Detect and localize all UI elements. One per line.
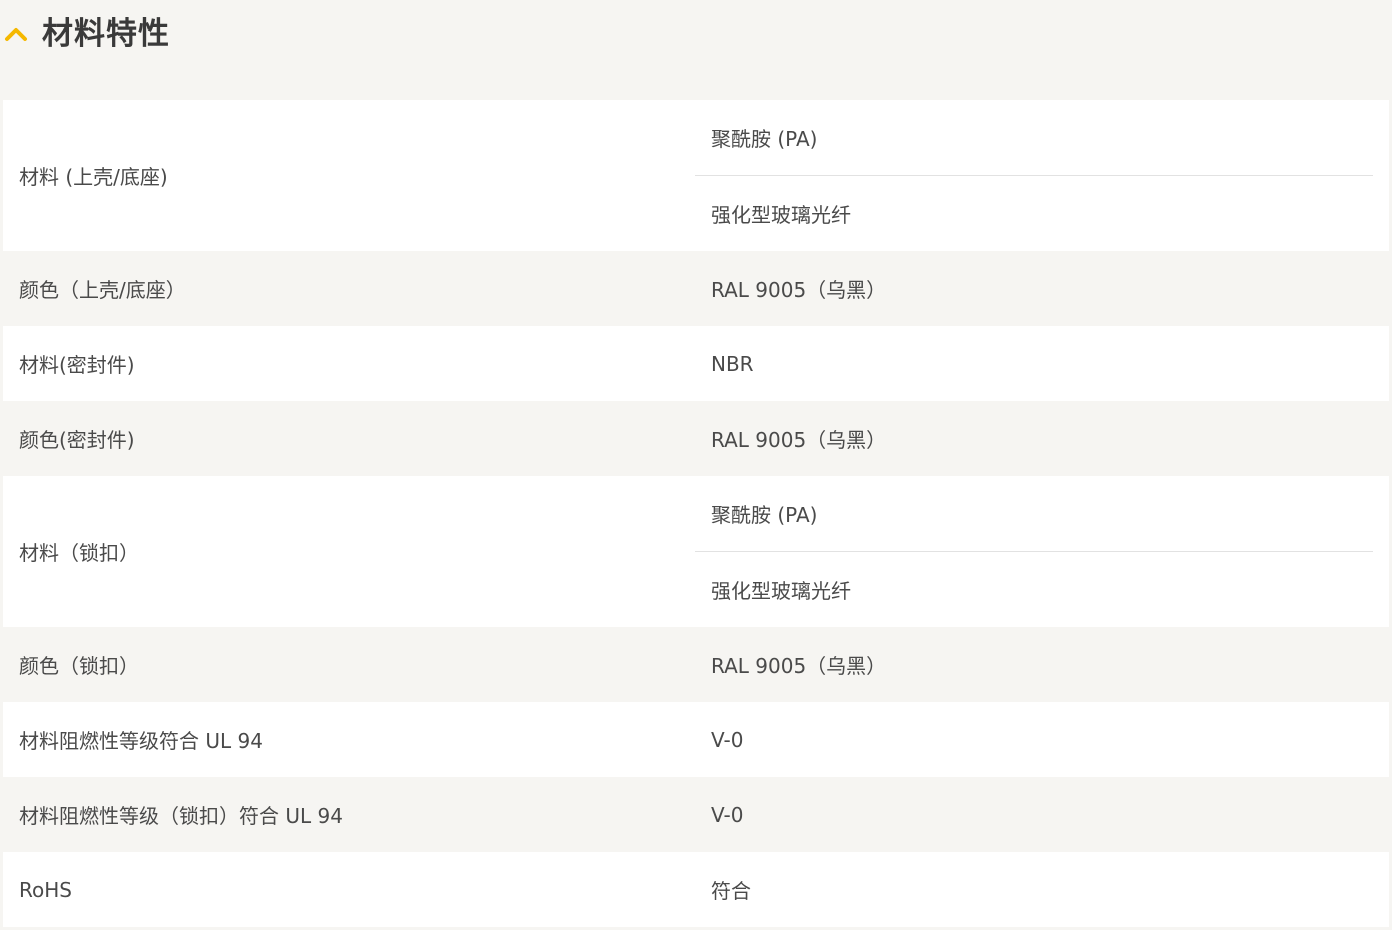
value-line: RAL 9005（乌黑）	[711, 278, 887, 302]
table-row: 材料阻燃性等级（锁扣）符合 UL 94 V-0	[3, 777, 1389, 852]
row-label: 材料（锁扣）	[19, 541, 139, 565]
row-value: RAL 9005（乌黑）	[695, 251, 1389, 326]
row-label: 材料(密封件)	[19, 353, 135, 377]
table-row: 材料（锁扣） 聚酰胺 (PA) 强化型玻璃光纤	[3, 476, 1389, 627]
value-line: 符合	[711, 879, 751, 903]
row-value: RAL 9005（乌黑）	[695, 627, 1389, 702]
row-value: RAL 9005（乌黑）	[695, 401, 1389, 476]
value-line: 强化型玻璃光纤	[711, 579, 851, 603]
row-label: 颜色(密封件)	[19, 428, 135, 452]
table-row: 材料阻燃性等级符合 UL 94 V-0	[3, 702, 1389, 777]
table-row: 材料(密封件) NBR	[3, 326, 1389, 401]
row-value: 符合	[695, 852, 1389, 927]
row-label: 材料 (上壳/底座)	[19, 165, 168, 189]
row-value: V-0	[695, 777, 1389, 852]
table-row: 颜色(密封件) RAL 9005（乌黑）	[3, 401, 1389, 476]
row-label: 颜色（上壳/底座）	[19, 278, 186, 302]
row-label: RoHS	[19, 877, 72, 902]
properties-table: 材料 (上壳/底座) 聚酰胺 (PA) 强化型玻璃光纤 颜色（上壳/底座） RA…	[3, 100, 1389, 927]
value-line: NBR	[711, 351, 754, 376]
material-properties-section: 材料特性 材料 (上壳/底座) 聚酰胺 (PA) 强化型玻璃光纤 颜色（上壳/底…	[0, 0, 1392, 930]
row-label: 颜色（锁扣）	[19, 654, 139, 678]
value-line: RAL 9005（乌黑）	[711, 654, 887, 678]
table-row: 材料 (上壳/底座) 聚酰胺 (PA) 强化型玻璃光纤	[3, 100, 1389, 251]
table-row: 颜色（锁扣） RAL 9005（乌黑）	[3, 627, 1389, 702]
row-label: 材料阻燃性等级（锁扣）符合 UL 94	[19, 804, 343, 828]
row-label: 材料阻燃性等级符合 UL 94	[19, 729, 263, 753]
value-line: V-0	[711, 727, 744, 752]
row-value: 聚酰胺 (PA) 强化型玻璃光纤	[695, 476, 1389, 627]
value-line: V-0	[711, 802, 744, 827]
value-line: 聚酰胺 (PA)	[695, 100, 1373, 176]
table-row: RoHS 符合	[3, 852, 1389, 927]
row-value: 聚酰胺 (PA) 强化型玻璃光纤	[695, 100, 1389, 251]
chevron-up-icon[interactable]	[4, 24, 28, 44]
value-line: 聚酰胺 (PA)	[695, 476, 1373, 552]
section-title: 材料特性	[42, 16, 170, 52]
row-value: NBR	[695, 326, 1389, 401]
value-line: RAL 9005（乌黑）	[711, 428, 887, 452]
table-row: 颜色（上壳/底座） RAL 9005（乌黑）	[3, 251, 1389, 326]
section-header-toggle[interactable]: 材料特性	[0, 0, 1392, 72]
value-line: 强化型玻璃光纤	[711, 203, 851, 227]
row-value: V-0	[695, 702, 1389, 777]
